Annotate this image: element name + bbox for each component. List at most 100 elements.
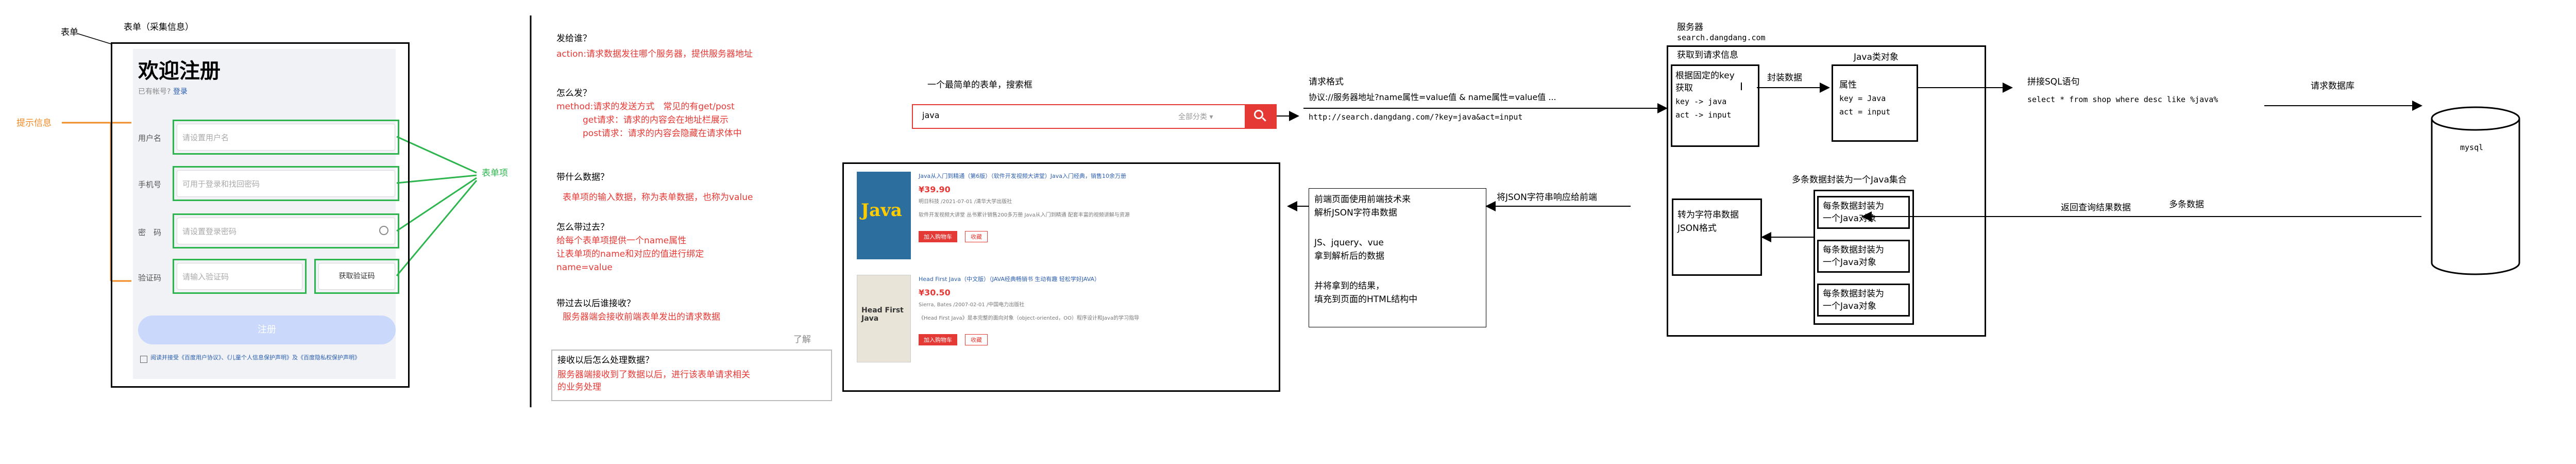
request-db-label: 请求数据库 (2311, 81, 2354, 91)
add-cart-button-1[interactable]: 加入购物车 (919, 231, 957, 242)
frontend-line-4: JS、jquery、vue (1314, 238, 1384, 248)
agree-checkbox[interactable] (140, 356, 147, 363)
server-get-info: 获取到请求信息 (1677, 50, 1738, 60)
qa-2-answer-2: get请求：请求的内容会在地址栏展示 (556, 115, 728, 125)
show-password-icon[interactable] (379, 226, 388, 235)
form-top-caption: 表单（采集信息） (124, 22, 194, 32)
field-label-phone: 手机号 (138, 180, 162, 189)
java-object-box: 属性 key = Java act = input (1832, 64, 1918, 142)
frontend-box: 前端页面使用前端技术来 解析JSON字符串数据 JS、jquery、vue 拿到… (1309, 188, 1486, 327)
frontend-line-7: 并将拿到的结果， (1314, 281, 1384, 291)
product-meta-1: 明日科技 /2021-07-01 /清华大学出版社 (919, 199, 1012, 205)
favorite-button-1[interactable]: 收藏 (965, 231, 988, 242)
server-label: 服务器 (1677, 22, 1703, 32)
server-process-question: 接收以后怎么处理数据？ (557, 355, 654, 366)
qa-3-question: 带什么数据？ (556, 172, 609, 183)
product-meta-2: Sierra, Bates /2007-02-01 /中国电力出版社 (919, 302, 1025, 308)
qa-4-answer-2: 让表单项的name和对应的值进行绑定 (556, 249, 704, 259)
login-link[interactable]: 登录 (173, 88, 188, 96)
server-process-answer-2: 的业务处理 (557, 382, 601, 392)
request-example: http://search.dangdang.com/?key=java&act… (1309, 112, 1523, 122)
frontend-line-1: 前端页面使用前端技术来 (1314, 194, 1411, 205)
server-process-box: 接收以后怎么处理数据？ 服务器端接收到了数据以后，进行该表单请求相关 的业务处理 (551, 350, 832, 401)
agree-text: 阅读并接受《百度用户协议》、《儿童个人信息保护声明》及《百度隐私权保护声明》 (150, 354, 360, 361)
register-button[interactable]: 注册 (138, 316, 396, 344)
password-placeholder: 请设置登录密码 (182, 227, 237, 236)
attr-key: key = Java (1839, 94, 1886, 103)
qa-1-question: 发给谁？ (556, 34, 591, 44)
java-object-title: Java类对象 (1854, 52, 1899, 62)
product-price-1: ¥39.90 (919, 185, 951, 194)
fetch-line-2: 获取 (1675, 83, 1693, 93)
qa-2-answer-1: method:请求的发送方式 常见的有get/post (556, 102, 735, 112)
qa-2-answer-3: post请求：请求的内容会隐藏在请求体中 (556, 128, 742, 139)
form-side-caption: 表单 (61, 27, 78, 38)
search-input[interactable]: java (922, 110, 940, 120)
attr-title: 属性 (1839, 80, 1857, 90)
return-result-label: 返回查询结果数据 (2061, 203, 2131, 213)
qa-4-question: 怎么带过去？ (556, 222, 609, 233)
product-price-2: ¥30.50 (919, 288, 951, 297)
mysql-database-icon (2431, 106, 2520, 275)
field-label-username: 用户名 (138, 134, 162, 143)
qa-2-question: 怎么发？ (556, 88, 591, 98)
have-account-text: 已有帐号? 登录 (138, 88, 188, 96)
collection-label: 多条数据封装为一个Java集合 (1792, 175, 1907, 185)
form-title: 欢迎注册 (138, 59, 221, 83)
java-item-3: 每条数据封装为 一个Java对象 (1817, 284, 1910, 317)
product-desc-2: 《Head First Java》是本完整的面向对象（object-orient… (919, 316, 1140, 321)
product-desc-1: 软件开发视频大讲堂 丛书累计销售200多万册 Java从入门到精通 配套丰富的视… (919, 212, 1130, 218)
favorite-button-2[interactable]: 收藏 (965, 334, 988, 345)
product-list-frame: Java Java从入门到精通（第6版）（软件开发视频大讲堂）Java入门经典，… (842, 162, 1280, 392)
field-label-captcha: 验证码 (138, 273, 162, 283)
product-title-2[interactable]: Head First Java（中文版）（JAVA经典畅销书 生动有趣 轻松学好… (919, 275, 1269, 283)
fetch-line-3: key -> java (1675, 97, 1727, 106)
multi-data-label: 多条数据 (2169, 200, 2204, 210)
fetch-box: 根据固定的key 获取 key -> java act -> input (1671, 64, 1759, 147)
username-placeholder: 请设置用户名 (182, 133, 229, 142)
fetch-line-4: act -> input (1675, 110, 1732, 120)
qa-4-answer-1: 给每个表单项提供一个name属性 (556, 236, 687, 246)
sql-label: 拼接SQL语句 (2027, 77, 2080, 87)
prompt-info-label: 提示信息 (16, 118, 52, 128)
field-label-password: 密 码 (138, 228, 162, 237)
to-json-box: 转为字符串数据 JSON格式 (1672, 198, 1762, 276)
search-box: java 全部分类 ▾ (912, 104, 1277, 129)
search-button[interactable] (1245, 105, 1276, 128)
sql-statement: select * from shop where desc like %java… (2027, 95, 2218, 104)
qa-1-answer: action:请求数据发往哪个服务器，提供服务器地址 (556, 49, 753, 59)
product-cover-1[interactable]: Java (857, 172, 911, 259)
request-protocol: 协议://服务器地址?name属性=value值 & name属性=value值… (1309, 92, 1556, 102)
phone-placeholder: 可用于登录和找回密码 (182, 179, 260, 189)
phone-input[interactable]: 可用于登录和找回密码 (177, 170, 395, 197)
wrap-data-label: 封装数据 (1767, 73, 1802, 83)
category-select[interactable]: 全部分类 ▾ (1178, 111, 1213, 122)
frontend-line-8: 填充到页面的HTML结构中 (1314, 294, 1418, 305)
captcha-placeholder: 请输入验证码 (182, 272, 229, 281)
captcha-input[interactable]: 请输入验证码 (177, 263, 302, 290)
username-input[interactable]: 请设置用户名 (177, 124, 395, 151)
server-process-answer-1: 服务器端接收到了数据以后，进行该表单请求相关 (557, 370, 750, 380)
password-input[interactable]: 请设置登录密码 (177, 218, 395, 244)
get-captcha-button[interactable]: 获取验证码 (318, 263, 395, 290)
qa-3-answer: 表单项的输入数据，称为表单数据，也称为value (563, 192, 753, 203)
frontend-line-5: 拿到解析后的数据 (1314, 251, 1384, 261)
frontend-line-2: 解析JSON字符串数据 (1314, 208, 1397, 218)
product-title-1[interactable]: Java从入门到精通（第6版）（软件开发视频大讲堂）Java入门经典，销售10余… (919, 172, 1269, 180)
db-name: mysql (2460, 143, 2484, 152)
qa-5-answer: 服务器端会接收前端表单发出的请求数据 (563, 312, 720, 322)
add-cart-button-2[interactable]: 加入购物车 (919, 334, 957, 345)
java-item-2: 每条数据封装为 一个Java对象 (1817, 240, 1910, 273)
java-item-1: 每条数据封装为 一个Java对象 (1817, 196, 1910, 229)
qa-5-question: 带过去以后谁接收？ (556, 299, 635, 309)
product-cover-2[interactable]: Head First Java (857, 275, 911, 362)
json-response-label: 将JSON字符串响应给前端 (1497, 192, 1597, 203)
to-json-line-1: 转为字符串数据 (1677, 210, 1739, 220)
understand-note: 了解 (793, 335, 811, 345)
server-domain: search.dangdang.com (1677, 33, 1766, 42)
search-caption: 一个最简单的表单，搜索框 (927, 80, 1032, 90)
fetch-line-1: 根据固定的key (1675, 71, 1735, 81)
form-items-label: 表单项 (482, 168, 508, 178)
attr-act: act = input (1839, 107, 1891, 117)
to-json-line-2: JSON格式 (1677, 223, 1717, 234)
